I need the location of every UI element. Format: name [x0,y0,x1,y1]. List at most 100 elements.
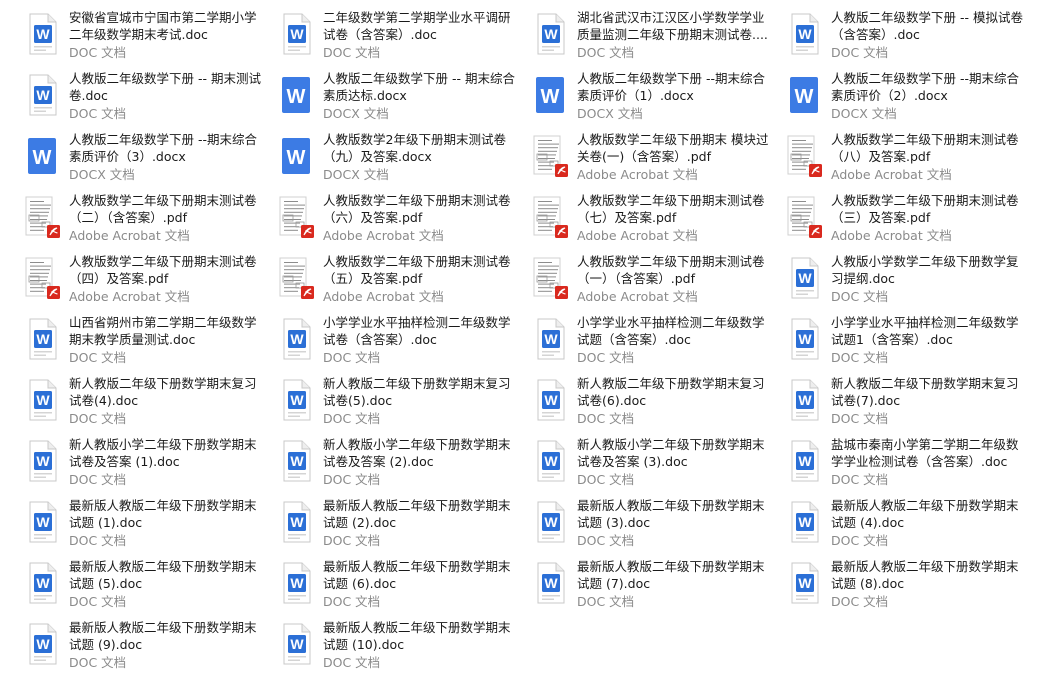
pdf-thumbnail-icon [532,256,568,300]
file-name[interactable]: 最新版人教版二年级下册数学期末试题 (7).doc [577,558,773,592]
file-type: DOC 文档 [831,594,889,609]
file-name[interactable]: 人教版二年级数学下册 -- 期末测试卷.doc [69,70,265,104]
svg-text:W: W [290,392,304,408]
file-item[interactable]: W 人教版二年级数学下册 -- 期末综合素质达标.docx DOCX 文档 [272,69,522,123]
file-name[interactable]: 最新版人教版二年级下册数学期末试题 (2).doc [323,497,519,531]
file-name[interactable]: 人教版数学二年级下册期末测试卷（八）及答案.pdf [831,131,1027,165]
file-item[interactable]: W 小学学业水平抽样检测二年级数学试题1（含答案）.doc DOC 文档 [780,313,1030,367]
file-name[interactable]: 最新版人教版二年级下册数学期末试题 (10).doc [323,619,519,653]
file-name[interactable]: 人教版数学二年级下册期末测试卷（一）（含答案）.pdf [577,253,773,287]
file-item[interactable]: W 湖北省武汉市江汉区小学数学学业质量监测二年级下册期末测试卷.... DOC 文… [526,8,776,62]
file-item[interactable]: W 新人教版二年级下册数学期末复习试卷(6).doc DOC 文档 [526,374,776,428]
file-item[interactable]: W 最新版人教版二年级下册数学期末试题 (9).doc DOC 文档 [18,618,268,672]
word-doc-icon: W [786,378,822,422]
svg-text:W: W [544,514,558,530]
file-name[interactable]: 人教版二年级数学下册 -- 期末综合素质达标.docx [323,70,519,104]
file-item[interactable]: W 新人教版二年级下册数学期末复习试卷(5).doc DOC 文档 [272,374,522,428]
file-item[interactable]: W 山西省朔州市第二学期二年级数学期末教学质量测试.doc DOC 文档 [18,313,268,367]
svg-text:W: W [544,453,558,469]
file-name[interactable]: 人教版数学2年级下册期末测试卷（九）及答案.docx [323,131,519,165]
file-type: DOC 文档 [69,45,127,60]
file-item[interactable]: 人教版数学二年级下册期末测试卷（七）及答案.pdf Adobe Acrobat 文… [526,191,776,245]
file-name[interactable]: 盐城市秦南小学第二学期二年级数学学业检测试卷（含答案）.doc [831,436,1027,470]
file-item[interactable]: W 安徽省宣城市宁国市第二学期小学二年级数学期末考试.doc DOC 文档 [18,8,268,62]
file-name[interactable]: 最新版人教版二年级下册数学期末试题 (5).doc [69,558,265,592]
file-item[interactable]: 人教版数学二年级下册期末测试卷（三）及答案.pdf Adobe Acrobat 文… [780,191,1030,245]
file-type: DOCX 文档 [831,106,897,121]
file-name[interactable]: 最新版人教版二年级下册数学期末试题 (1).doc [69,497,265,531]
file-name[interactable]: 最新版人教版二年级下册数学期末试题 (6).doc [323,558,519,592]
file-item[interactable]: 人教版数学二年级下册期末测试卷（一）（含答案）.pdf Adobe Acrobat… [526,252,776,306]
file-item[interactable]: W 最新版人教版二年级下册数学期末试题 (6).doc DOC 文档 [272,557,522,611]
file-item[interactable]: W 最新版人教版二年级下册数学期末试题 (5).doc DOC 文档 [18,557,268,611]
file-item[interactable]: 人教版数学二年级下册期末测试卷（六）及答案.pdf Adobe Acrobat 文… [272,191,522,245]
file-name[interactable]: 山西省朔州市第二学期二年级数学期末教学质量测试.doc [69,314,265,348]
file-name[interactable]: 人教版数学二年级下册期末测试卷（七）及答案.pdf [577,192,773,226]
file-item[interactable]: W 小学学业水平抽样检测二年级数学试题（含答案）.doc DOC 文档 [526,313,776,367]
file-item[interactable]: W 新人教版二年级下册数学期末复习试卷(4).doc DOC 文档 [18,374,268,428]
file-item[interactable]: W 新人教版小学二年级下册数学期末试卷及答案 (3).doc DOC 文档 [526,435,776,489]
file-name[interactable]: 最新版人教版二年级下册数学期末试题 (9).doc [69,619,265,653]
file-name[interactable]: 小学学业水平抽样检测二年级数学试题1（含答案）.doc [831,314,1027,348]
file-item[interactable]: W 小学学业水平抽样检测二年级数学试卷（含答案）.doc DOC 文档 [272,313,522,367]
file-name[interactable]: 人教版二年级数学下册 --期末综合素质评价（2）.docx [831,70,1027,104]
file-name[interactable]: 新人教版小学二年级下册数学期末试卷及答案 (3).doc [577,436,773,470]
file-name[interactable]: 新人教版小学二年级下册数学期末试卷及答案 (2).doc [323,436,519,470]
file-name[interactable]: 最新版人教版二年级下册数学期末试题 (3).doc [577,497,773,531]
file-name[interactable]: 小学学业水平抽样检测二年级数学试题（含答案）.doc [577,314,773,348]
file-item[interactable]: 人教版数学二年级下册期末 模块过关卷(一)（含答案）.pdf Adobe Acro… [526,130,776,184]
file-name[interactable]: 二年级数学第二学期学业水平调研试卷（含答案）.doc [323,9,519,43]
file-item[interactable]: W 人教版二年级数学下册 -- 期末测试卷.doc DOC 文档 [18,69,268,123]
file-item[interactable]: W 人教版二年级数学下册 --期末综合素质评价（2）.docx DOCX 文档 [780,69,1030,123]
file-name[interactable]: 新人教版二年级下册数学期末复习试卷(6).doc [577,375,773,409]
file-item[interactable]: 人教版数学二年级下册期末测试卷（二）（含答案）.pdf Adobe Acrobat… [18,191,268,245]
file-name[interactable]: 新人教版二年级下册数学期末复习试卷(5).doc [323,375,519,409]
file-item[interactable]: W 人教版数学2年级下册期末测试卷（九）及答案.docx DOCX 文档 [272,130,522,184]
file-name[interactable]: 人教版数学二年级下册期末测试卷（四）及答案.pdf [69,253,265,287]
file-name[interactable]: 人教版小学数学二年级下册数学复习提纲.doc [831,253,1027,287]
svg-text:W: W [36,87,50,103]
file-item[interactable]: W 最新版人教版二年级下册数学期末试题 (10).doc DOC 文档 [272,618,522,672]
file-item[interactable]: W 最新版人教版二年级下册数学期末试题 (1).doc DOC 文档 [18,496,268,550]
file-item[interactable]: 人教版数学二年级下册期末测试卷（五）及答案.pdf Adobe Acrobat 文… [272,252,522,306]
file-item[interactable]: W 最新版人教版二年级下册数学期末试题 (4).doc DOC 文档 [780,496,1030,550]
file-name[interactable]: 新人教版小学二年级下册数学期末试卷及答案 (1).doc [69,436,265,470]
file-name[interactable]: 人教版数学二年级下册期末测试卷（三）及答案.pdf [831,192,1027,226]
file-item[interactable]: W 新人教版二年级下册数学期末复习试卷(7).doc DOC 文档 [780,374,1030,428]
file-name[interactable]: 人教版数学二年级下册期末测试卷（六）及答案.pdf [323,192,519,226]
file-item[interactable]: 人教版数学二年级下册期末测试卷（八）及答案.pdf Adobe Acrobat 文… [780,130,1030,184]
file-name[interactable]: 人教版数学二年级下册期末 模块过关卷(一)（含答案）.pdf [577,131,773,165]
svg-text:W: W [798,331,812,347]
file-item[interactable]: W 人教版小学数学二年级下册数学复习提纲.doc DOC 文档 [780,252,1030,306]
file-name[interactable]: 湖北省武汉市江汉区小学数学学业质量监测二年级下册期末测试卷.... [577,9,773,43]
file-name[interactable]: 最新版人教版二年级下册数学期末试题 (8).doc [831,558,1027,592]
file-item[interactable]: W 新人教版小学二年级下册数学期末试卷及答案 (1).doc DOC 文档 [18,435,268,489]
svg-text:W: W [795,86,814,108]
file-item[interactable]: W 人教版二年级数学下册 --期末综合素质评价（3）.docx DOCX 文档 [18,130,268,184]
file-item[interactable]: W 盐城市秦南小学第二学期二年级数学学业检测试卷（含答案）.doc DOC 文档 [780,435,1030,489]
file-item[interactable]: 人教版数学二年级下册期末测试卷（四）及答案.pdf Adobe Acrobat 文… [18,252,268,306]
word-doc-icon: W [24,561,60,605]
file-name[interactable]: 人教版数学二年级下册期末测试卷（五）及答案.pdf [323,253,519,287]
file-item[interactable]: W 最新版人教版二年级下册数学期末试题 (8).doc DOC 文档 [780,557,1030,611]
svg-text:W: W [798,453,812,469]
file-item[interactable]: W 最新版人教版二年级下册数学期末试题 (2).doc DOC 文档 [272,496,522,550]
file-name[interactable]: 最新版人教版二年级下册数学期末试题 (4).doc [831,497,1027,531]
file-name[interactable]: 人教版数学二年级下册期末测试卷（二）（含答案）.pdf [69,192,265,226]
svg-text:W: W [290,636,304,652]
file-item[interactable]: W 新人教版小学二年级下册数学期末试卷及答案 (2).doc DOC 文档 [272,435,522,489]
file-name[interactable]: 新人教版二年级下册数学期末复习试卷(7).doc [831,375,1027,409]
file-item[interactable]: W 最新版人教版二年级下册数学期末试题 (3).doc DOC 文档 [526,496,776,550]
file-type: DOC 文档 [577,594,635,609]
file-name[interactable]: 新人教版二年级下册数学期末复习试卷(4).doc [69,375,265,409]
file-name[interactable]: 人教版二年级数学下册 -- 模拟试卷（含答案）.doc [831,9,1027,43]
file-name[interactable]: 人教版二年级数学下册 --期末综合素质评价（1）.docx [577,70,773,104]
file-name[interactable]: 安徽省宣城市宁国市第二学期小学二年级数学期末考试.doc [69,9,265,43]
file-item[interactable]: W 人教版二年级数学下册 -- 模拟试卷（含答案）.doc DOC 文档 [780,8,1030,62]
file-item[interactable]: W 最新版人教版二年级下册数学期末试题 (7).doc DOC 文档 [526,557,776,611]
svg-text:W: W [541,86,560,108]
file-item[interactable]: W 二年级数学第二学期学业水平调研试卷（含答案）.doc DOC 文档 [272,8,522,62]
file-name[interactable]: 小学学业水平抽样检测二年级数学试卷（含答案）.doc [323,314,519,348]
file-name[interactable]: 人教版二年级数学下册 --期末综合素质评价（3）.docx [69,131,265,165]
file-item[interactable]: W 人教版二年级数学下册 --期末综合素质评价（1）.docx DOCX 文档 [526,69,776,123]
